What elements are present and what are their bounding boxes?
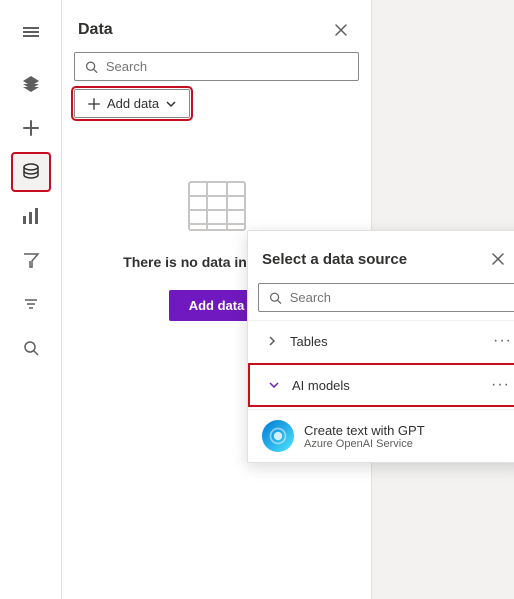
close-icon: [490, 251, 506, 267]
add-data-button[interactable]: Add data: [74, 89, 190, 118]
data-panel-close-button[interactable]: [327, 16, 355, 44]
gpt-item[interactable]: Create text with GPT Azure OpenAI Servic…: [248, 409, 514, 462]
tables-chevron-icon: [262, 331, 282, 351]
sidebar-layers-icon[interactable]: [11, 64, 51, 104]
gpt-text: Create text with GPT Azure OpenAI Servic…: [304, 423, 425, 450]
data-search-input[interactable]: [106, 59, 348, 74]
search-icon: [85, 60, 98, 74]
sidebar-search-icon[interactable]: [11, 328, 51, 368]
datasource-panel-close-button[interactable]: [484, 245, 512, 273]
sidebar-tools-icon[interactable]: [11, 284, 51, 324]
ai-models-item[interactable]: AI models ···: [248, 363, 514, 407]
tables-item[interactable]: Tables ···: [248, 320, 514, 361]
data-search-box[interactable]: [74, 52, 359, 81]
ai-models-chevron-icon: [264, 375, 284, 395]
datasource-panel: Select a data source Tables ···: [247, 230, 514, 463]
tables-more-button[interactable]: ···: [493, 332, 512, 350]
main-content: Data Add data: [62, 0, 514, 599]
datasource-panel-header: Select a data source: [248, 231, 514, 283]
tables-item-label: Tables: [290, 334, 493, 349]
datasource-search-box[interactable]: [258, 283, 514, 312]
sidebar-add-icon[interactable]: [11, 108, 51, 148]
datasource-search-input[interactable]: [290, 290, 505, 305]
table-placeholder-icon: [185, 174, 249, 238]
data-panel-header: Data: [62, 0, 371, 52]
datasource-search-icon: [269, 291, 282, 305]
plus-icon: [87, 97, 101, 111]
gpt-name: Create text with GPT: [304, 423, 425, 438]
add-data-button-label: Add data: [107, 96, 159, 111]
ai-models-item-label: AI models: [292, 378, 491, 393]
gpt-sub: Azure OpenAI Service: [304, 438, 425, 450]
data-panel-title: Data: [78, 21, 113, 39]
chevron-down-icon: [165, 98, 177, 110]
ai-models-more-button[interactable]: ···: [491, 376, 510, 394]
datasource-panel-title: Select a data source: [262, 251, 407, 268]
sidebar: [0, 0, 62, 599]
sidebar-filter-icon[interactable]: [11, 240, 51, 280]
sidebar-hamburger-icon[interactable]: [11, 12, 51, 52]
sidebar-chart-icon[interactable]: [11, 196, 51, 236]
sidebar-data-icon[interactable]: [11, 152, 51, 192]
gpt-icon: [262, 420, 294, 452]
